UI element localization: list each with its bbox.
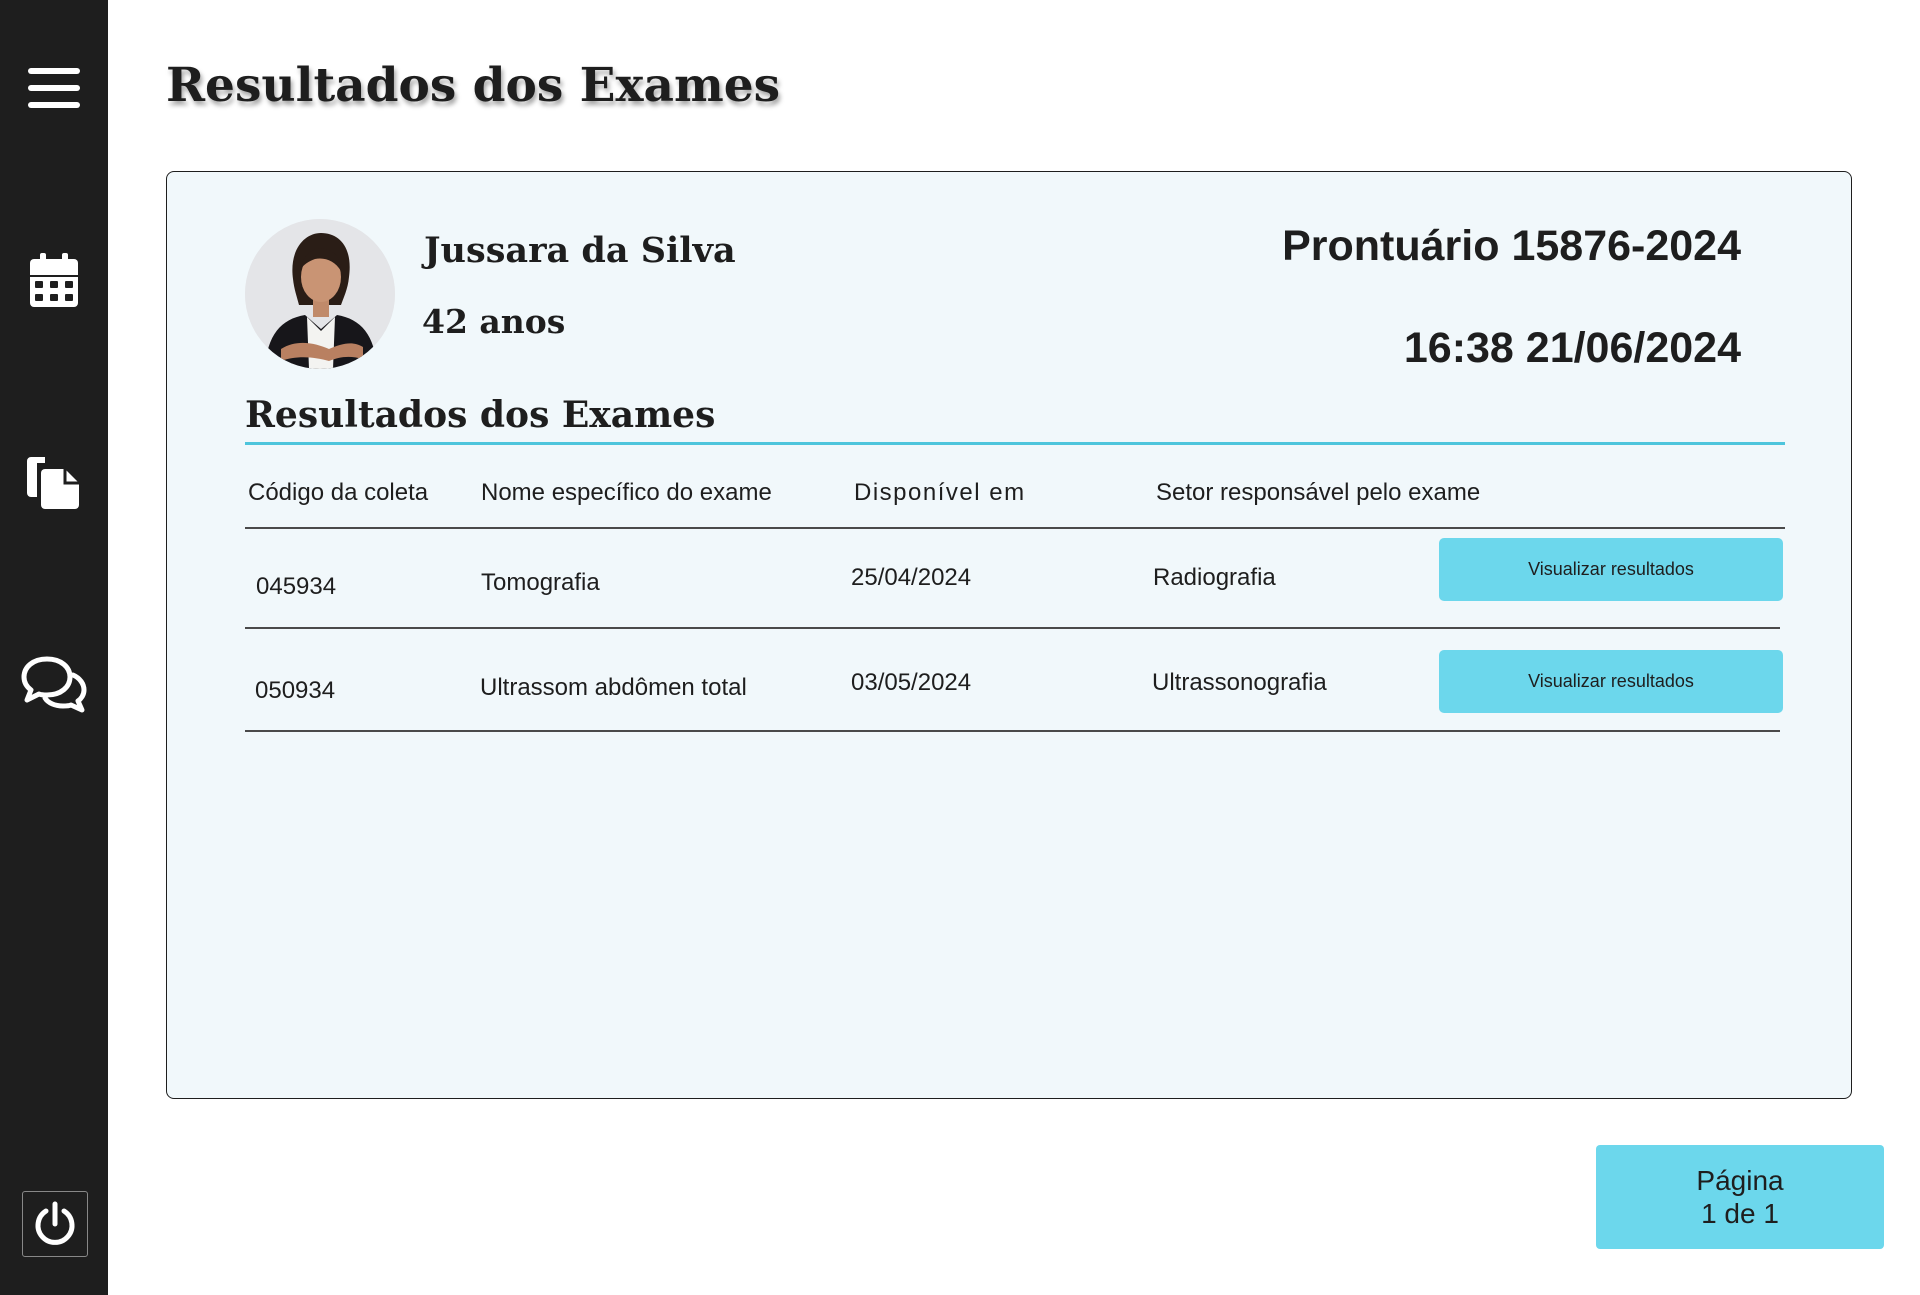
menu-button[interactable] xyxy=(0,58,108,118)
patient-age: 42 anos xyxy=(422,302,566,341)
section-divider xyxy=(245,442,1785,445)
section-title: Resultados dos Exames xyxy=(245,394,716,436)
header-divider xyxy=(245,527,1785,529)
collection-code: 045934 xyxy=(256,573,337,600)
avatar xyxy=(245,219,395,369)
calendar-icon xyxy=(30,253,78,307)
calendar-button[interactable] xyxy=(0,250,108,310)
exam-name: Tomografia xyxy=(481,569,600,596)
available-date: 03/05/2024 xyxy=(851,669,972,696)
column-header-collection-code: Código da coleta xyxy=(248,479,429,506)
exam-results-button[interactable] xyxy=(0,452,108,512)
column-header-exam-name: Nome específico do exame xyxy=(481,479,772,506)
exam-name: Ultrassom abdômen total xyxy=(480,674,747,701)
pagination-label: Página xyxy=(1696,1165,1784,1196)
responsible-sector: Ultrassonografia xyxy=(1152,669,1327,696)
clipboard-copy-icon xyxy=(27,457,79,509)
logout-button[interactable] xyxy=(22,1191,88,1257)
record-datetime: 16:38 21/06/2024 xyxy=(1403,324,1741,372)
pagination-value: 1 de 1 xyxy=(1701,1198,1779,1229)
messages-button[interactable] xyxy=(0,652,108,716)
column-header-available-on: Disponível em xyxy=(854,479,1026,506)
patient-results-card: Jussara da Silva 42 anos Prontuário 1587… xyxy=(166,171,1852,1099)
power-icon xyxy=(35,1201,75,1245)
page-title: Resultados dos Exames xyxy=(166,58,781,113)
column-header-responsible-sector: Setor responsável pelo exame xyxy=(1156,479,1481,506)
row-divider xyxy=(245,627,1780,629)
available-date: 25/04/2024 xyxy=(851,564,972,591)
medical-record-number: Prontuário 15876-2024 xyxy=(1282,222,1741,270)
patient-photo xyxy=(245,219,395,369)
pagination-indicator: Página 1 de 1 xyxy=(1596,1145,1884,1249)
patient-name: Jussara da Silva xyxy=(424,230,736,271)
view-results-button[interactable]: Visualizar resultados xyxy=(1439,650,1783,713)
menu-icon xyxy=(28,68,80,108)
row-divider xyxy=(245,730,1780,732)
chat-icon xyxy=(21,656,87,713)
sidebar xyxy=(0,0,108,1295)
responsible-sector: Radiografia xyxy=(1153,564,1276,591)
view-results-button[interactable]: Visualizar resultados xyxy=(1439,538,1783,601)
collection-code: 050934 xyxy=(255,677,336,704)
